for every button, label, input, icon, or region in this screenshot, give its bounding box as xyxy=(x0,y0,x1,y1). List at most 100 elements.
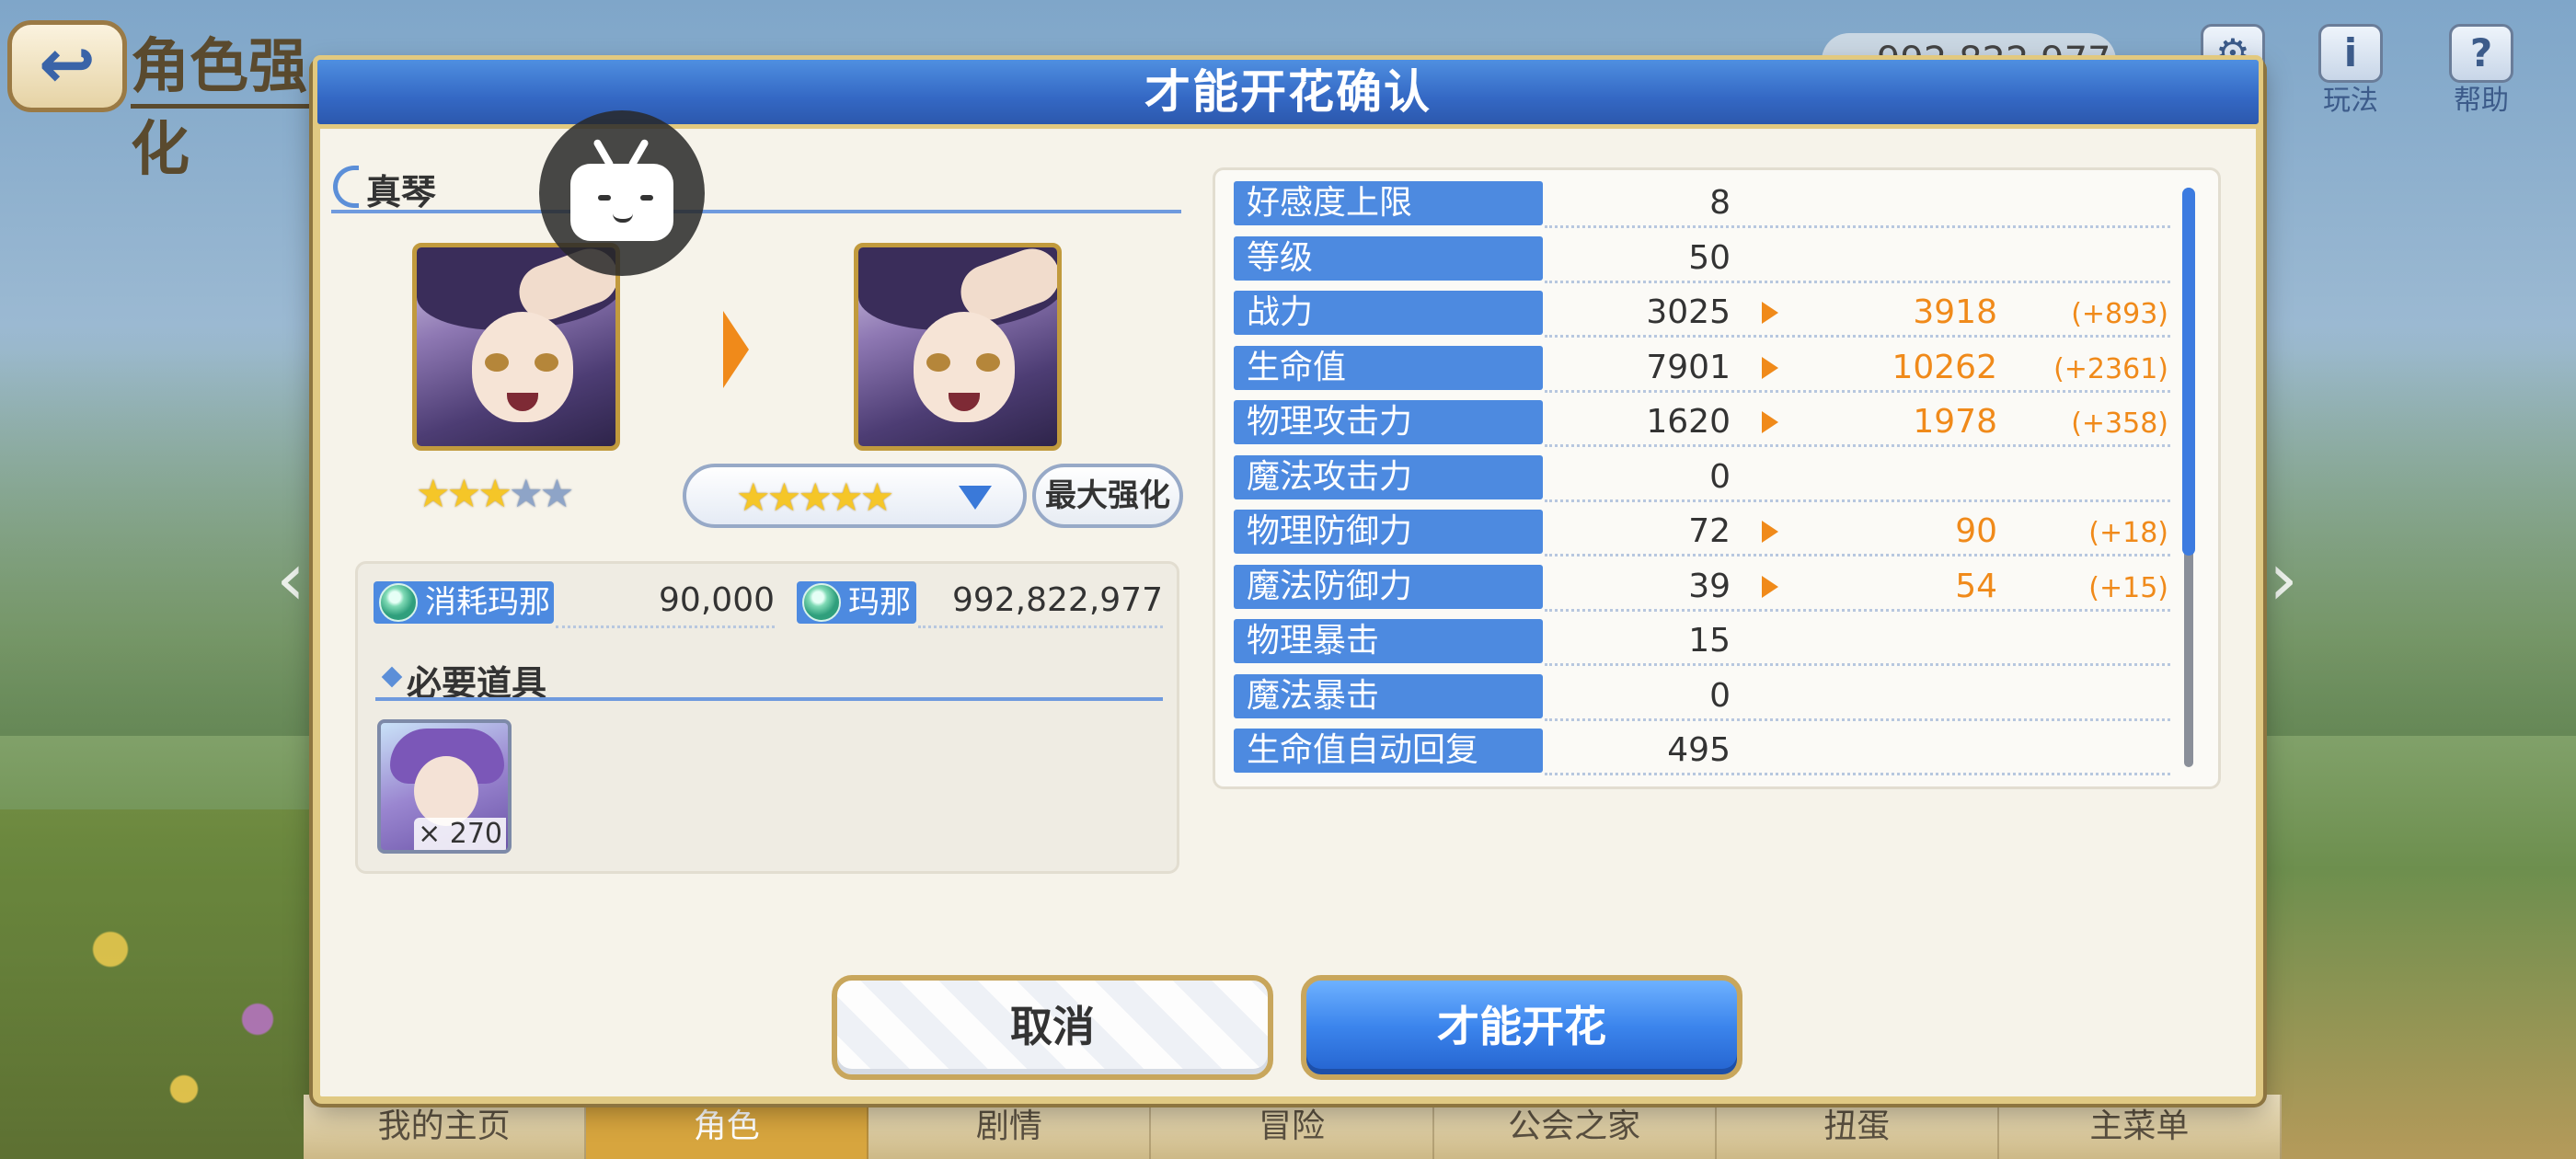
nav-main-menu[interactable]: 主菜单 xyxy=(1999,1095,2282,1159)
stat-difference: (+358) xyxy=(2071,407,2168,440)
stat-new-value: 3918 xyxy=(1913,293,1997,331)
cancel-button[interactable]: 取消 xyxy=(832,975,1273,1080)
stat-difference: (+2361) xyxy=(2053,352,2168,385)
divider xyxy=(1545,608,2170,612)
max-enhance-button[interactable]: 最大强化 xyxy=(1032,464,1183,528)
back-button[interactable]: ↩ xyxy=(7,20,127,112)
nav-character[interactable]: 角色 xyxy=(586,1095,869,1159)
star-icon: ★ xyxy=(736,475,771,520)
divider xyxy=(1545,773,2170,775)
stat-new-value: 1978 xyxy=(1913,403,1997,441)
divider xyxy=(1545,335,2170,338)
star-icon: ★ xyxy=(859,475,895,520)
stats-table[interactable]: 好感度上限 8 等级 50 战力 3025 3918 (+893) 生命值 7901 10262 (+… xyxy=(1213,167,2221,789)
star-icon: ★ xyxy=(477,471,512,516)
mana-cost-value: 90,000 xyxy=(659,581,775,619)
bilibili-logo xyxy=(539,110,705,276)
target-star-selector[interactable]: ★★★★★ xyxy=(683,464,1027,528)
scrollbar-thumb[interactable] xyxy=(2182,188,2195,556)
nav-home[interactable]: 我的主页 xyxy=(304,1095,587,1159)
divider xyxy=(1545,280,2170,283)
stat-difference: (+15) xyxy=(2088,571,2168,604)
page-title: 角色强化 xyxy=(131,26,342,184)
increase-arrow-icon xyxy=(1762,411,1778,433)
stat-current-value: 50 xyxy=(1688,238,1731,277)
gameplay-label: 玩法 xyxy=(2323,85,2378,117)
mana-gem-icon xyxy=(802,583,841,622)
star-icon: ★ xyxy=(539,471,575,516)
stat-row: 等级 50 xyxy=(1215,231,2191,286)
upgraded-portrait xyxy=(854,243,1062,451)
stat-row: 物理攻击力 1620 1978 (+358) xyxy=(1215,395,2191,450)
stat-new-value: 10262 xyxy=(1892,348,1997,386)
stat-label: 魔法暴击 xyxy=(1234,673,1543,718)
stat-label: 物理暴击 xyxy=(1234,619,1543,663)
star-icon: ★ xyxy=(416,471,451,516)
increase-arrow-icon xyxy=(1762,356,1778,379)
stat-label: 生命值 xyxy=(1234,345,1543,390)
mana-cost-tag: 消耗玛那 xyxy=(374,581,554,624)
stat-label: 物理防御力 xyxy=(1234,510,1543,554)
nav-guild[interactable]: 公会之家 xyxy=(1434,1095,1717,1159)
star-icon: ★ xyxy=(798,475,833,520)
nav-story[interactable]: 剧情 xyxy=(868,1095,1152,1159)
stat-label: 好感度上限 xyxy=(1234,181,1543,225)
unique-bloom-button[interactable]: 才能开花 xyxy=(1301,975,1742,1080)
upgrade-arrow-icon xyxy=(723,311,749,388)
star-icon: ★ xyxy=(828,475,864,520)
character-name: 真琴 xyxy=(366,172,437,212)
star-icon: ★ xyxy=(446,471,482,516)
stat-label: 等级 xyxy=(1234,235,1543,281)
nav-adventure[interactable]: 冒险 xyxy=(1151,1095,1434,1159)
divider xyxy=(375,697,1163,701)
stat-row: 魔法防御力 39 54 (+15) xyxy=(1215,559,2191,614)
memory-piece-item[interactable]: × 270 xyxy=(377,719,512,854)
stat-new-value: 54 xyxy=(1955,567,1997,605)
stat-current-value: 0 xyxy=(1709,457,1731,496)
help-label: 帮助 xyxy=(2454,85,2509,117)
stat-new-value: 90 xyxy=(1955,512,1997,550)
nav-gacha[interactable]: 扭蛋 xyxy=(1717,1095,1999,1159)
stat-label: 魔法防御力 xyxy=(1234,564,1543,609)
bottom-navigation: 我的主页 角色 剧情 冒险 公会之家 扭蛋 主菜单 xyxy=(304,1095,2282,1159)
help-icon[interactable]: ? xyxy=(2449,24,2513,83)
next-character-arrow[interactable]: › xyxy=(2265,543,2302,616)
stat-label: 生命值自动回复 xyxy=(1234,729,1543,773)
stat-current-value: 39 xyxy=(1688,567,1731,605)
mana-gem-icon xyxy=(379,583,418,622)
divider xyxy=(331,210,1181,213)
mana-owned-tag: 玛那 xyxy=(797,581,916,624)
stat-row: 好感度上限 8 xyxy=(1215,176,2191,231)
increase-arrow-icon xyxy=(1762,575,1778,598)
divider xyxy=(918,625,1163,628)
prev-character-arrow[interactable]: ‹ xyxy=(272,543,309,616)
mana-owned-value: 992,822,977 xyxy=(951,581,1163,619)
stat-current-value: 1620 xyxy=(1646,403,1731,441)
stat-row: 物理暴击 15 xyxy=(1215,614,2191,669)
divider xyxy=(1545,663,2170,666)
stat-row: 生命值自动回复 495 xyxy=(1215,723,2191,778)
stat-difference: (+893) xyxy=(2071,298,2168,330)
stat-label: 魔法攻击力 xyxy=(1234,454,1543,499)
star-icon: ★ xyxy=(766,475,802,520)
stat-current-value: 495 xyxy=(1667,731,1731,769)
stat-label: 战力 xyxy=(1234,291,1543,335)
stat-row: 生命值 7901 10262 (+2361) xyxy=(1215,340,2191,396)
stat-row: 魔法攻击力 0 xyxy=(1215,450,2191,505)
increase-arrow-icon xyxy=(1762,302,1778,324)
stat-row: 战力 3025 3918 (+893) xyxy=(1215,285,2191,340)
current-star-rating: ★★★★★ xyxy=(416,471,575,517)
stat-current-value: 0 xyxy=(1709,676,1731,715)
stat-current-value: 7901 xyxy=(1646,348,1731,386)
chevron-down-icon xyxy=(959,486,992,510)
item-count: × 270 xyxy=(414,818,506,850)
star-icon: ★ xyxy=(508,471,544,516)
stat-label: 物理攻击力 xyxy=(1234,400,1543,444)
divider xyxy=(1545,225,2170,228)
divider xyxy=(1545,554,2170,557)
stat-row: 魔法暴击 0 xyxy=(1215,669,2191,724)
info-icon[interactable]: i xyxy=(2318,24,2383,83)
stat-difference: (+18) xyxy=(2088,517,2168,549)
stat-current-value: 8 xyxy=(1709,184,1731,222)
target-star-rating: ★★★★★ xyxy=(736,475,895,521)
